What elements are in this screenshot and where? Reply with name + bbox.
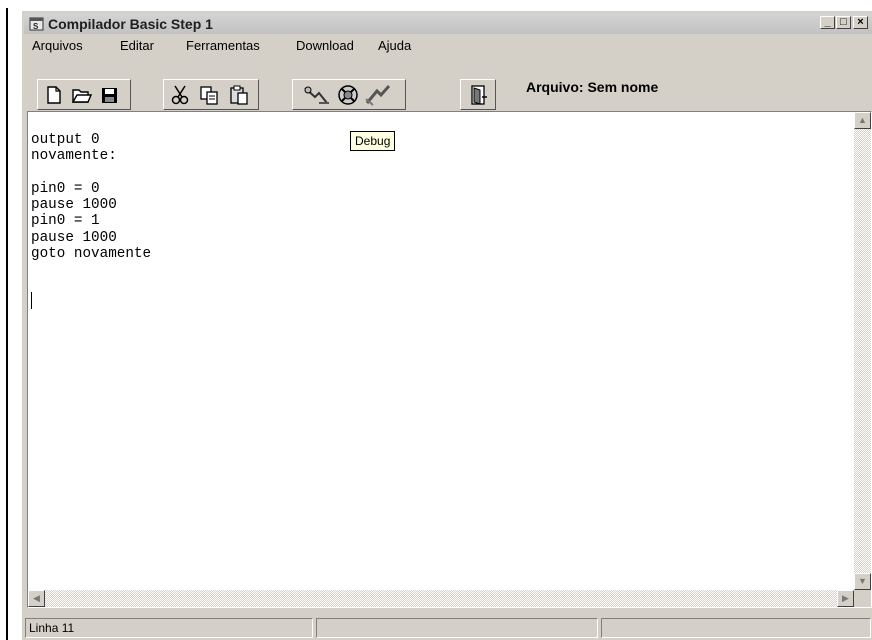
horizontal-scrollbar[interactable]: ◀ ▶: [28, 590, 854, 607]
title-bar[interactable]: S Compilador Basic Step 1 _ □ ×: [24, 13, 872, 34]
close-button[interactable]: ×: [853, 16, 868, 29]
debug-tooltip: Debug: [350, 131, 396, 151]
new-file-icon[interactable]: [42, 83, 64, 107]
minimize-button[interactable]: _: [820, 16, 835, 29]
exit-icon[interactable]: [467, 83, 489, 107]
vertical-scrollbar[interactable]: ▲ ▼: [854, 112, 871, 590]
status-panel-2: [316, 618, 598, 638]
run-icon[interactable]: [363, 83, 393, 107]
menu-editar[interactable]: Editar: [120, 38, 154, 53]
menu-download[interactable]: Download: [296, 38, 354, 53]
window-title: Compilador Basic Step 1: [48, 16, 213, 32]
menu-bar: Arquivos Editar Ferramentas Download Aju…: [24, 36, 872, 56]
save-icon[interactable]: [98, 83, 120, 107]
text-cursor: [31, 292, 32, 309]
status-bar: Linha 11: [24, 616, 872, 640]
code-editor[interactable]: output 0 novamente: pin0 = 0 pause 1000 …: [27, 111, 872, 608]
compile-icon[interactable]: [301, 83, 333, 107]
status-panel-3: [601, 618, 871, 638]
code-text[interactable]: output 0 novamente: pin0 = 0 pause 1000 …: [31, 132, 151, 262]
page-left-border: [6, 8, 8, 640]
menu-arquivos[interactable]: Arquivos: [32, 38, 83, 53]
copy-icon[interactable]: [198, 83, 220, 107]
scroll-down-arrow-icon[interactable]: ▼: [854, 573, 871, 590]
svg-text:S: S: [33, 22, 39, 31]
edit-toolbar-group: [163, 79, 259, 110]
toolbar: Arquivo: Sem nome: [24, 57, 872, 110]
scroll-right-arrow-icon[interactable]: ▶: [837, 590, 854, 607]
app-window: S Compilador Basic Step 1 _ □ × Arquivos…: [21, 10, 872, 640]
maximize-button[interactable]: □: [836, 16, 851, 29]
open-folder-icon[interactable]: [70, 83, 92, 107]
scroll-corner: [854, 590, 871, 607]
cut-icon[interactable]: [169, 83, 191, 107]
current-file-label: Arquivo: Sem nome: [526, 79, 659, 95]
paste-icon[interactable]: [228, 83, 250, 107]
debug-icon[interactable]: [337, 83, 359, 107]
scroll-left-arrow-icon[interactable]: ◀: [28, 590, 45, 607]
menu-ajuda[interactable]: Ajuda: [378, 38, 411, 53]
exit-toolbar-group: [460, 79, 496, 110]
status-line-number: Linha 11: [25, 618, 313, 638]
scroll-up-arrow-icon[interactable]: ▲: [854, 112, 871, 129]
menu-ferramentas[interactable]: Ferramentas: [186, 38, 260, 53]
build-toolbar-group: [292, 79, 406, 110]
app-icon: S: [29, 17, 44, 31]
file-toolbar-group: [37, 79, 131, 110]
